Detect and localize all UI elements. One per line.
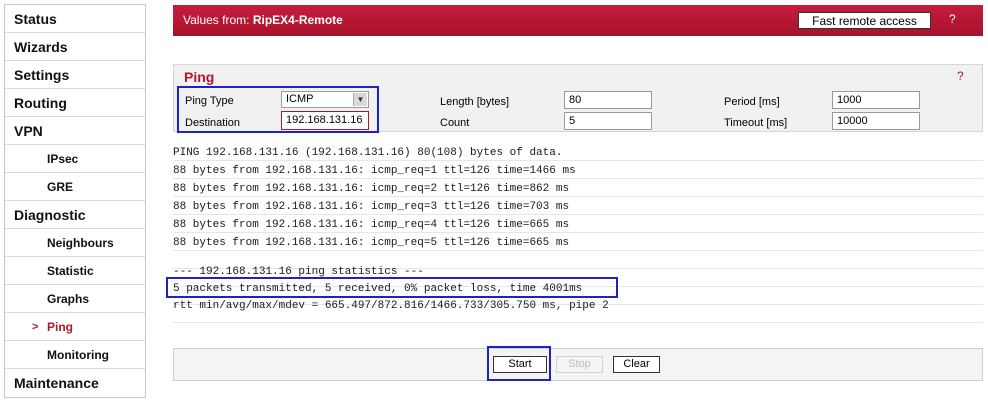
sidebar-item-label: Monitoring bbox=[47, 348, 109, 362]
sidebar-item-routing[interactable]: Routing bbox=[5, 89, 145, 117]
sidebar-item-monitoring[interactable]: Monitoring bbox=[5, 341, 145, 369]
sidebar-item-label: Neighbours bbox=[47, 236, 114, 250]
count-label: Count bbox=[440, 117, 470, 129]
sidebar-item-statistic[interactable]: Statistic bbox=[5, 257, 145, 285]
help-icon[interactable]: ? bbox=[949, 12, 956, 26]
sidebar-item-label: VPN bbox=[14, 123, 43, 139]
period-input[interactable] bbox=[832, 91, 920, 109]
sidebar-item-settings[interactable]: Settings bbox=[5, 61, 145, 89]
count-input[interactable] bbox=[564, 112, 652, 130]
sidebar-item-label: Status bbox=[14, 11, 57, 27]
sidebar-item-gre[interactable]: GRE bbox=[5, 173, 145, 201]
sidebar-item-label: Wizards bbox=[14, 39, 68, 55]
output-line: 88 bytes from 192.168.131.16: icmp_req=5… bbox=[173, 237, 570, 249]
panel-title: Ping bbox=[184, 69, 215, 85]
sidebar-item-label: Statistic bbox=[47, 264, 94, 278]
length-label: Length [bytes] bbox=[440, 96, 510, 108]
fast-remote-access-button[interactable]: Fast remote access bbox=[798, 12, 931, 29]
header-bar: Values from: RipEX4-Remote Fast remote a… bbox=[173, 5, 983, 36]
sidebar-item-maintenance[interactable]: Maintenance bbox=[5, 369, 145, 397]
active-arrow-icon: > bbox=[32, 321, 39, 333]
stop-button[interactable]: Stop bbox=[556, 356, 603, 373]
sidebar-item-status[interactable]: Status bbox=[5, 5, 145, 33]
action-bar: Start Stop Clear bbox=[173, 348, 983, 381]
sidebar-item-label: IPsec bbox=[47, 152, 79, 166]
sidebar-item-label: Maintenance bbox=[14, 375, 99, 391]
ping-output: PING 192.168.131.16 (192.168.131.16) 80(… bbox=[173, 143, 983, 335]
timeout-input[interactable] bbox=[832, 112, 920, 130]
sidebar-item-neighbours[interactable]: Neighbours bbox=[5, 229, 145, 257]
device-name: RipEX4-Remote bbox=[252, 13, 343, 27]
sidebar-item-label: Routing bbox=[14, 95, 67, 111]
sidebar-item-label: Graphs bbox=[47, 292, 90, 306]
sidebar-item-wizards[interactable]: Wizards bbox=[5, 33, 145, 61]
timeout-label: Timeout [ms] bbox=[724, 117, 788, 129]
sidebar-item-diagnostic[interactable]: Diagnostic bbox=[5, 201, 145, 229]
length-input[interactable] bbox=[564, 91, 652, 109]
output-line: 88 bytes from 192.168.131.16: icmp_req=4… bbox=[173, 219, 570, 231]
sidebar-nav: Status Wizards Settings Routing VPN IPse… bbox=[4, 4, 146, 398]
period-label: Period [ms] bbox=[724, 96, 780, 108]
sidebar-item-vpn[interactable]: VPN bbox=[5, 117, 145, 145]
clear-button[interactable]: Clear bbox=[613, 356, 660, 373]
output-line: 88 bytes from 192.168.131.16: icmp_req=2… bbox=[173, 183, 570, 195]
sidebar-item-ipsec[interactable]: IPsec bbox=[5, 145, 145, 173]
statistics-highlight bbox=[166, 277, 618, 298]
start-button-highlight bbox=[487, 346, 551, 381]
help-icon[interactable]: ? bbox=[957, 69, 964, 83]
header-title: Values from: RipEX4-Remote bbox=[183, 13, 343, 27]
sidebar-item-graphs[interactable]: Graphs bbox=[5, 285, 145, 313]
output-line: 88 bytes from 192.168.131.16: icmp_req=3… bbox=[173, 201, 570, 213]
output-line: 88 bytes from 192.168.131.16: icmp_req=1… bbox=[173, 165, 576, 177]
sidebar-item-label: GRE bbox=[47, 180, 74, 194]
header-prefix: Values from: bbox=[183, 13, 253, 27]
sidebar-item-label: Settings bbox=[14, 67, 70, 83]
ping-type-destination-highlight bbox=[177, 86, 379, 133]
sidebar-item-label: Diagnostic bbox=[14, 207, 86, 223]
output-line: rtt min/avg/max/mdev = 665.497/872.816/1… bbox=[173, 300, 609, 312]
sidebar-item-ping[interactable]: > Ping bbox=[5, 313, 145, 341]
sidebar-item-label: Ping bbox=[47, 320, 73, 334]
output-line: PING 192.168.131.16 (192.168.131.16) 80(… bbox=[173, 147, 563, 159]
